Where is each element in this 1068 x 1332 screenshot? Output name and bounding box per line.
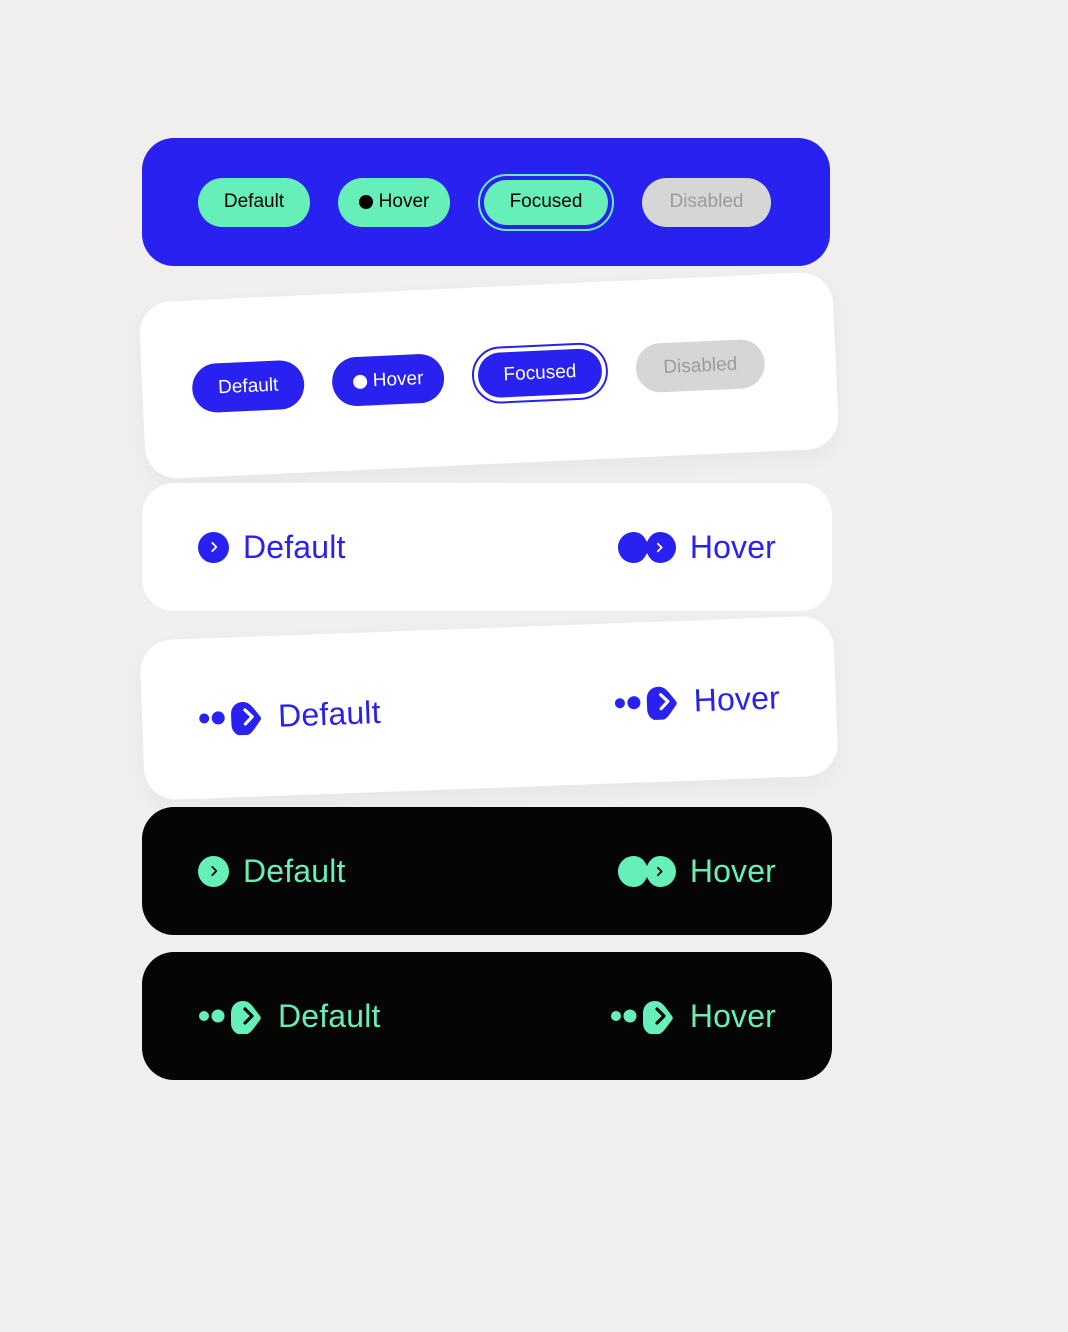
link-label: Default [243,529,346,566]
panel-black-mint-arrow-links: Default Hover [142,807,832,935]
disabled-button: Disabled [642,178,771,227]
dots-arrow-icon [198,998,264,1034]
panel-blue-mint-pills: Default Hover Focused Disabled [142,138,830,266]
link-label: Default [277,693,381,734]
hover-link[interactable]: Hover [613,679,780,722]
dots-arrow-icon [613,683,680,721]
chevron-right-icon [198,856,229,887]
default-link[interactable]: Default [198,693,382,737]
link-label: Hover [693,679,780,719]
button-label: Default [224,191,284,213]
button-label: Disabled [670,191,744,213]
link-row: Default Hover [142,483,832,611]
default-link[interactable]: Default [198,998,381,1035]
panel-white-blue-dots-links: Default Hover [139,615,838,800]
hover-link[interactable]: Hover [618,529,776,566]
focus-ring: Focused [478,174,614,231]
panel-black-mint-dots-links: Default Hover [142,952,832,1080]
hover-link[interactable]: Hover [618,853,776,890]
button-label: Default [218,374,279,399]
hover-link[interactable]: Hover [610,998,776,1035]
dots-arrow-icon [198,698,265,736]
focus-ring: Focused [471,342,609,405]
hover-button[interactable]: Hover [331,353,445,407]
chevron-right-icon [198,532,229,563]
link-label: Hover [690,998,776,1035]
link-row: Default Hover [139,615,838,800]
pill-row: Default Hover Focused Disabled [138,271,839,479]
button-label: Disabled [663,353,738,378]
button-label: Focused [503,361,577,386]
default-button[interactable]: Default [191,359,305,413]
link-row: Default Hover [142,952,832,1080]
focused-button[interactable]: Focused [484,180,608,225]
link-label: Hover [690,853,776,890]
button-label: Focused [510,191,583,213]
link-label: Hover [690,529,776,566]
dot-icon [359,195,373,209]
panel-white-blue-arrow-links: Default Hover [142,483,832,611]
disabled-button: Disabled [635,339,766,394]
default-button[interactable]: Default [198,178,310,227]
blob-chevron-icon [618,856,676,887]
hover-button[interactable]: Hover [338,178,450,227]
link-label: Default [278,998,381,1035]
default-link[interactable]: Default [198,853,346,890]
button-label: Hover [372,367,424,391]
link-label: Default [243,853,346,890]
button-label: Hover [379,191,430,213]
dot-icon [352,374,367,389]
link-row: Default Hover [142,807,832,935]
dots-arrow-icon [610,998,676,1034]
pill-row: Default Hover Focused Disabled [142,138,830,266]
blob-chevron-icon [618,532,676,563]
focused-button[interactable]: Focused [477,348,603,399]
design-spec-stage: Default Hover Focused Disabled Default [0,0,1068,1332]
panel-white-blue-pills: Default Hover Focused Disabled [138,271,839,479]
default-link[interactable]: Default [198,529,346,566]
